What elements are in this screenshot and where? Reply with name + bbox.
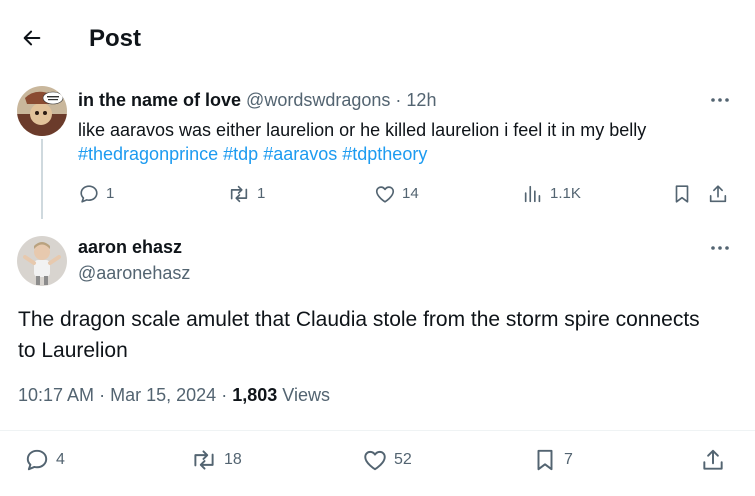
reply-count: 4 (56, 451, 65, 468)
bar-chart-icon (524, 185, 541, 203)
reply-icon (80, 185, 98, 203)
hashtag-link[interactable]: #thedragonprince (78, 144, 218, 164)
reply-icon (26, 449, 48, 471)
reply-bookmark-button[interactable] (671, 183, 693, 205)
meta-separator: · (99, 385, 106, 405)
reply-more-button[interactable] (708, 90, 732, 110)
like-count: 52 (394, 451, 412, 468)
main-more-button[interactable] (708, 238, 732, 258)
more-horizontal-icon (711, 98, 729, 102)
main-display-name[interactable]: aaron ehasz (78, 236, 182, 258)
post-metadata: 10:17 AM · Mar 15, 2024 · 1,803 Views (18, 384, 330, 406)
repost-icon (230, 185, 248, 203)
main-bookmark-button[interactable]: 7 (532, 447, 573, 473)
arrow-left-icon (23, 30, 41, 46)
main-avatar[interactable] (17, 236, 67, 286)
reply-text: like aaravos was either laurelion or he … (78, 120, 647, 140)
repost-count: 18 (224, 451, 242, 468)
main-like-button[interactable]: 52 (362, 447, 412, 473)
hashtag-link[interactable]: #aaravos (263, 144, 337, 164)
like-count: 14 (402, 185, 419, 202)
view-count: 1.1K (550, 185, 581, 202)
more-horizontal-icon (711, 246, 729, 250)
reply-repost-button[interactable]: 1 (227, 183, 265, 205)
repost-count: 1 (257, 185, 266, 202)
main-repost-button[interactable]: 18 (190, 447, 242, 473)
page-header: Post (0, 0, 755, 76)
reply-handle[interactable]: @wordswdragons (246, 90, 390, 110)
reply-display-name[interactable]: in the name of love (78, 90, 241, 110)
hashtag-link[interactable]: #tdp (223, 144, 258, 164)
post-date[interactable]: Mar 15, 2024 (110, 385, 216, 405)
bookmark-count: 7 (564, 451, 573, 468)
views-label: Views (282, 385, 330, 405)
main-handle[interactable]: @aaronehasz (78, 262, 190, 284)
reply-share-button[interactable] (707, 183, 729, 205)
share-icon (709, 185, 727, 203)
thread-connector-line (41, 139, 43, 219)
reply-like-button[interactable]: 14 (374, 183, 419, 205)
divider (0, 430, 755, 431)
reply-name-line: in the name of love @wordswdragons · 12h (78, 89, 436, 111)
post-time[interactable]: 10:17 AM (18, 385, 94, 405)
main-post-text: The dragon scale amulet that Claudia sto… (18, 308, 700, 362)
reply-avatar[interactable] (17, 86, 67, 136)
share-icon (703, 449, 723, 470)
main-share-button[interactable] (700, 447, 726, 473)
repost-icon (194, 450, 214, 470)
reply-reply-button[interactable]: 1 (78, 183, 114, 205)
bookmark-icon (537, 449, 553, 471)
heart-icon (364, 450, 386, 471)
views-count: 1,803 (232, 385, 278, 405)
reply-timestamp[interactable]: 12h (406, 90, 436, 110)
meta-separator: · (221, 385, 228, 405)
back-button[interactable] (16, 22, 48, 54)
page-title: Post (89, 25, 142, 52)
hashtag-link[interactable]: #tdptheory (342, 144, 427, 164)
bookmark-icon (675, 185, 689, 203)
reply-views-button[interactable]: 1.1K (522, 183, 581, 205)
reply-hashtags: #thedragonprince #tdp #aaravos #tdptheor… (78, 142, 427, 166)
heart-icon (375, 186, 395, 203)
main-reply-button[interactable]: 4 (24, 447, 65, 473)
reply-count: 1 (106, 185, 115, 202)
reply-separator: · (395, 90, 402, 110)
